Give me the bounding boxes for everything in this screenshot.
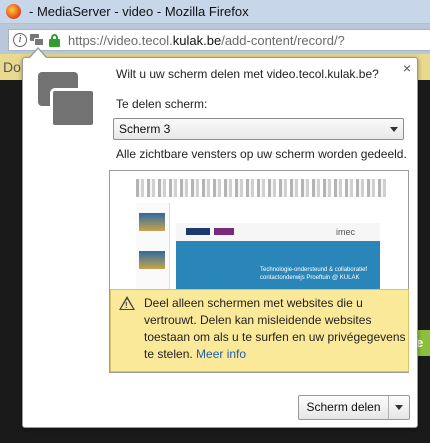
warning-text: Deel alleen schermen met websites die u …: [144, 296, 406, 361]
url-domain: kulak.be: [172, 32, 222, 48]
window-title: - MediaServer - video - Mozilla Firefox: [29, 4, 249, 19]
url-text[interactable]: https://video.tecol.kulak.be/add-content…: [68, 33, 345, 48]
visible-windows-note: Alle zichtbare vensters op uw scherm wor…: [116, 147, 407, 161]
preview-slide-text: Technologie-ondersteund & collaboratief …: [260, 267, 368, 281]
preview-imec-logo: imec: [336, 227, 356, 237]
preview-logo-kuleuven: [186, 228, 210, 235]
screen-select-label: Te delen scherm:: [116, 97, 208, 111]
screen-share-icon: [38, 72, 98, 128]
url-path: /add-content/record/?: [221, 32, 345, 48]
url-prefix: https://video.tecol.: [68, 32, 173, 48]
page-banner-text: Do: [3, 59, 21, 75]
lock-icon[interactable]: [49, 33, 60, 47]
more-info-link[interactable]: Meer info: [196, 347, 246, 361]
share-screen-button-group[interactable]: Scherm delen: [298, 395, 410, 420]
share-screen-button[interactable]: Scherm delen: [299, 396, 389, 419]
close-icon[interactable]: ×: [400, 60, 414, 76]
screen-select[interactable]: Scherm 3: [113, 118, 404, 140]
preview-thumbnail: [139, 251, 165, 269]
popup-arrow-inner: [30, 49, 46, 58]
screen-sharing-icon[interactable]: [30, 34, 44, 46]
info-icon[interactable]: i: [13, 33, 27, 47]
preview-thumbnail: [139, 213, 165, 231]
share-question: Wilt u uw scherm delen met video.tecol.k…: [116, 67, 379, 81]
warning-text-block: Deel alleen schermen met websites die u …: [144, 295, 406, 363]
warning-icon-mark: !: [125, 301, 128, 310]
share-options-dropdown[interactable]: [389, 396, 409, 419]
screen-select-value: Scherm 3: [119, 122, 171, 136]
chevron-down-icon: [390, 127, 398, 132]
url-bar[interactable]: i https://video.tecol.kulak.be/add-conte…: [8, 29, 430, 51]
window-titlebar: - MediaServer - video - Mozilla Firefox: [0, 0, 430, 24]
chevron-down-icon: [395, 405, 403, 410]
firefox-logo-icon: [6, 4, 21, 19]
preview-toolbar: [136, 179, 386, 197]
preview-logo-kulak: [214, 228, 234, 235]
